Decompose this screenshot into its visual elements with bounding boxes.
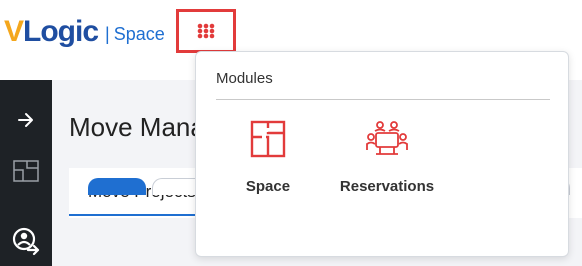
modules-button[interactable] xyxy=(176,9,236,53)
page-title: Move Management xyxy=(69,112,209,142)
floorplan-icon xyxy=(13,160,39,182)
person-pin-icon xyxy=(12,227,40,256)
modules-title: Modules xyxy=(216,70,273,87)
module-reservations[interactable]: Reservations xyxy=(327,120,447,210)
modules-dropdown: Modules Space Reservations xyxy=(195,51,569,257)
product-name: Space xyxy=(113,23,165,44)
grid-icon xyxy=(197,23,215,39)
vlogic-logo[interactable]: V Logic | Space xyxy=(4,12,165,52)
module-label: Space xyxy=(245,178,291,195)
logo-text: Logic xyxy=(23,15,99,48)
meeting-room-icon xyxy=(366,121,408,155)
logo-v: V xyxy=(4,15,24,48)
sidebar-item-people[interactable] xyxy=(0,226,52,258)
filter-pill-active[interactable] xyxy=(88,178,146,195)
floorplan-icon xyxy=(250,120,286,158)
arrow-right-icon xyxy=(18,113,33,127)
module-space[interactable]: Space xyxy=(208,120,328,210)
divider xyxy=(216,99,550,100)
sidebar-item-floorplan[interactable] xyxy=(0,160,52,182)
sidebar-item-expand[interactable] xyxy=(0,112,52,128)
sidebar xyxy=(0,80,52,266)
logo-separator: | xyxy=(105,23,110,44)
module-label: Reservations xyxy=(339,178,435,195)
